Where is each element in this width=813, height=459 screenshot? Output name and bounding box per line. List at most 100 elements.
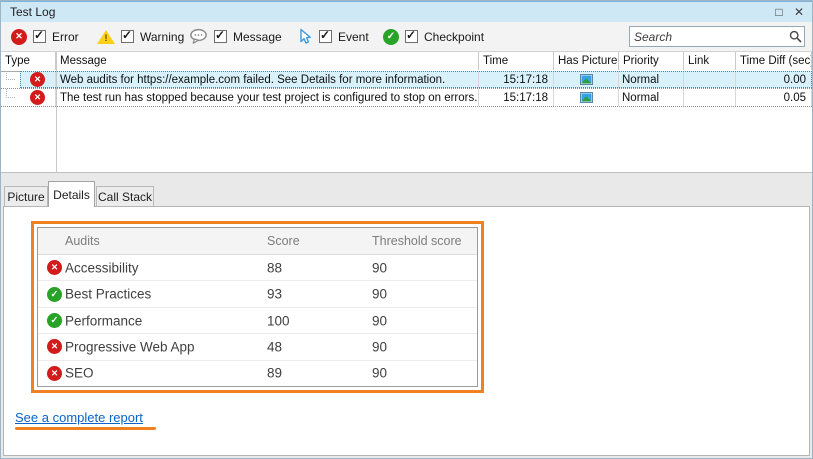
audits-table-header: Audits Score Threshold score — [38, 228, 477, 255]
search-box[interactable] — [629, 26, 805, 47]
details-panel: Audits Score Threshold score Accessibili… — [3, 206, 810, 456]
success-icon — [47, 313, 62, 328]
log-grid-body: Web audits for https://example.com faile… — [1, 71, 812, 172]
error-icon — [47, 366, 62, 381]
error-icon — [30, 90, 45, 105]
filter-label: Warning — [140, 30, 184, 44]
log-has-picture-cell — [554, 89, 619, 106]
message-icon — [189, 28, 208, 45]
audit-row: Accessibility 88 90 — [38, 255, 477, 280]
picture-icon — [580, 92, 593, 103]
tab-details[interactable]: Details — [48, 181, 95, 207]
message-checkbox[interactable] — [214, 30, 227, 43]
audit-threshold: 90 — [372, 313, 387, 328]
log-type-icon-zone — [20, 71, 55, 88]
filter-label: Checkpoint — [424, 30, 484, 44]
complete-report-link[interactable]: See a complete report — [15, 410, 143, 425]
log-type-cell — [1, 89, 56, 106]
maximize-button[interactable]: □ — [771, 4, 787, 20]
log-time-cell: 15:17:18 — [479, 71, 554, 88]
audits-table-rows: Accessibility8890Best Practices9390Perfo… — [38, 255, 477, 386]
error-icon — [11, 29, 27, 45]
event-checkbox[interactable] — [319, 30, 332, 43]
filter-warning[interactable]: ! Warning — [97, 22, 184, 51]
log-row[interactable]: Web audits for https://example.com faile… — [1, 71, 812, 89]
error-icon — [30, 72, 45, 87]
audit-score: 89 — [267, 366, 282, 381]
log-row[interactable]: The test run has stopped because your te… — [1, 89, 812, 107]
window-title: Test Log — [10, 5, 55, 19]
audit-threshold: 90 — [372, 287, 387, 302]
audit-score: 48 — [267, 339, 282, 354]
log-priority-cell: Normal — [619, 89, 684, 106]
audit-name: Progressive Web App — [65, 339, 195, 354]
audit-score: 88 — [267, 260, 282, 275]
audit-row: Best Practices9390 — [38, 280, 477, 306]
checkpoint-checkbox[interactable] — [405, 30, 418, 43]
tab-picture[interactable]: Picture — [4, 186, 48, 206]
filter-label: Error — [52, 30, 79, 44]
column-header-score: Score — [267, 234, 300, 248]
log-grid: TypeMessageTimeHas PicturePriorityLinkTi… — [1, 52, 812, 173]
search-icon[interactable] — [786, 30, 804, 43]
log-column-header[interactable]: Priority — [619, 52, 684, 70]
log-message-cell: Web audits for https://example.com faile… — [56, 71, 479, 88]
filter-error[interactable]: Error — [11, 22, 79, 51]
log-time-diff-cell: 0.05 — [736, 89, 812, 106]
audit-row: SEO 89 90 — [38, 360, 477, 386]
log-column-header[interactable]: Time Diff (sec) — [736, 52, 812, 70]
log-column-header[interactable]: Has Picture — [554, 52, 619, 70]
event-icon — [297, 28, 313, 45]
log-column-header[interactable]: Message — [56, 52, 479, 70]
filter-toolbar: Error ! Warning Message — [1, 22, 812, 52]
log-column-header[interactable]: Type — [1, 52, 56, 70]
audits-table: Audits Score Threshold score Accessibili… — [37, 227, 478, 387]
title-bar: Test Log □ ✕ — [1, 1, 812, 22]
search-input[interactable] — [630, 30, 786, 44]
log-link-cell — [684, 89, 736, 106]
error-checkbox[interactable] — [33, 30, 46, 43]
log-link-cell — [684, 71, 736, 88]
tree-node-marker — [6, 71, 15, 80]
picture-icon — [580, 74, 593, 85]
filter-label: Message — [233, 30, 282, 44]
log-type-icon-zone — [20, 89, 55, 106]
audit-row: Performance10090 — [38, 307, 477, 333]
window-controls: □ ✕ — [771, 4, 812, 20]
log-time-diff-cell: 0.00 — [736, 71, 812, 88]
filter-event[interactable]: Event — [297, 22, 369, 51]
tree-node-marker — [6, 89, 15, 98]
audit-score: 93 — [267, 287, 282, 302]
detail-tabs: Picture Details Call Stack — [1, 181, 812, 207]
log-column-header[interactable]: Link — [684, 52, 736, 70]
audit-name: SEO — [65, 366, 94, 381]
audit-threshold: 90 — [372, 260, 387, 275]
close-button[interactable]: ✕ — [791, 4, 807, 20]
log-grid-header: TypeMessageTimeHas PicturePriorityLinkTi… — [1, 52, 812, 72]
filter-checkpoint[interactable]: Checkpoint — [383, 22, 484, 51]
column-header-threshold-score: Threshold score — [372, 234, 462, 248]
log-priority-cell: Normal — [619, 71, 684, 88]
warning-checkbox[interactable] — [121, 30, 134, 43]
error-icon — [47, 260, 62, 275]
filter-message[interactable]: Message — [189, 22, 282, 51]
type-column-separator — [56, 52, 57, 172]
warning-icon: ! — [97, 29, 115, 45]
filter-label: Event — [338, 30, 369, 44]
log-type-cell — [1, 71, 56, 88]
log-time-cell: 15:17:18 — [479, 89, 554, 106]
audit-threshold: 90 — [372, 339, 387, 354]
log-message-cell: The test run has stopped because your te… — [56, 89, 479, 106]
test-log-window: Test Log □ ✕ Error ! Warning — [0, 0, 813, 459]
tab-call-stack[interactable]: Call Stack — [96, 186, 154, 206]
audit-name: Performance — [65, 313, 142, 328]
log-has-picture-cell — [554, 71, 619, 88]
error-icon — [47, 339, 62, 354]
audit-threshold: 90 — [372, 366, 387, 381]
audit-name: Accessibility — [65, 260, 139, 275]
audit-row: Progressive Web App 48 90 — [38, 333, 477, 359]
log-column-header[interactable]: Time — [479, 52, 554, 70]
success-icon — [47, 287, 62, 302]
column-header-audits: Audits — [65, 234, 100, 248]
audits-highlight-box: Audits Score Threshold score Accessibili… — [31, 221, 484, 393]
